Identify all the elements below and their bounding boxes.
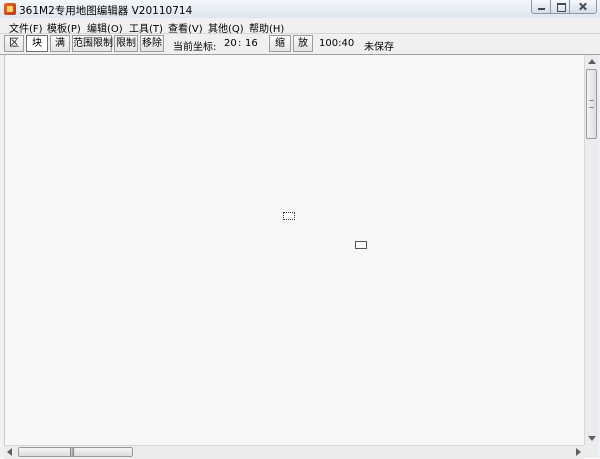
scroll-right-icon[interactable]	[576, 448, 581, 456]
vertical-scrollbar[interactable]	[584, 55, 599, 445]
menu-file[interactable]: 文件(F)	[9, 20, 43, 35]
horizontal-scroll-thumb[interactable]: |||	[18, 447, 133, 457]
limit-button[interactable]: 限制	[114, 35, 138, 52]
menu-help[interactable]: 帮助(H)	[249, 20, 284, 35]
tile-marker[interactable]	[355, 241, 367, 249]
close-icon[interactable]	[569, 0, 597, 14]
title-bar: 361M2专用地图编辑器 V20110714	[0, 0, 600, 18]
full-button[interactable]: 满	[50, 35, 70, 52]
map-canvas[interactable]	[4, 55, 585, 445]
scale-value: 100:40	[319, 38, 355, 49]
minimize-icon[interactable]	[531, 0, 551, 14]
vertical-scroll-thumb[interactable]	[586, 69, 597, 139]
block-button[interactable]: 块	[26, 35, 48, 52]
zone-button[interactable]: 区	[4, 35, 24, 52]
selected-tile-marker[interactable]	[283, 212, 295, 220]
scroll-down-icon[interactable]	[588, 436, 596, 441]
map-editor-icon	[4, 3, 16, 15]
menu-view[interactable]: 查看(V)	[168, 20, 203, 35]
menu-template[interactable]: 模板(P)	[47, 20, 81, 35]
editor-window: 361M2专用地图编辑器 V20110714 文件(F) 模板(P) 编辑(O)…	[0, 0, 600, 459]
coord-x: 20	[224, 38, 237, 49]
zoom-button[interactable]: 放	[293, 35, 313, 52]
range-limit-button[interactable]: 范围限制	[72, 35, 113, 52]
scroll-up-icon[interactable]	[588, 59, 596, 64]
scrollbar-corner	[584, 445, 598, 458]
scroll-grip: |||	[69, 447, 75, 456]
toolbar: 区 块 满 范围限制 限制 移除 当前坐标: 20 : 16 缩 放 100:4…	[0, 34, 600, 55]
coord-label: 当前坐标:	[173, 42, 217, 53]
shrink-button[interactable]: 缩	[269, 35, 291, 52]
coord-y: 16	[245, 38, 258, 49]
save-status: 未保存	[364, 42, 394, 53]
menu-tools[interactable]: 工具(T)	[129, 20, 163, 35]
horizontal-scrollbar[interactable]: |||	[4, 445, 584, 459]
menu-bar: 文件(F) 模板(P) 编辑(O) 工具(T) 查看(V) 其他(Q) 帮助(H…	[0, 18, 600, 35]
scroll-left-icon[interactable]	[7, 448, 12, 456]
remove-button[interactable]: 移除	[140, 35, 164, 52]
window-title: 361M2专用地图编辑器 V20110714	[19, 5, 193, 17]
maximize-icon[interactable]	[550, 0, 570, 14]
coord-sep: :	[238, 38, 242, 49]
menu-other[interactable]: 其他(Q)	[208, 20, 244, 35]
menu-edit[interactable]: 编辑(O)	[87, 20, 123, 35]
